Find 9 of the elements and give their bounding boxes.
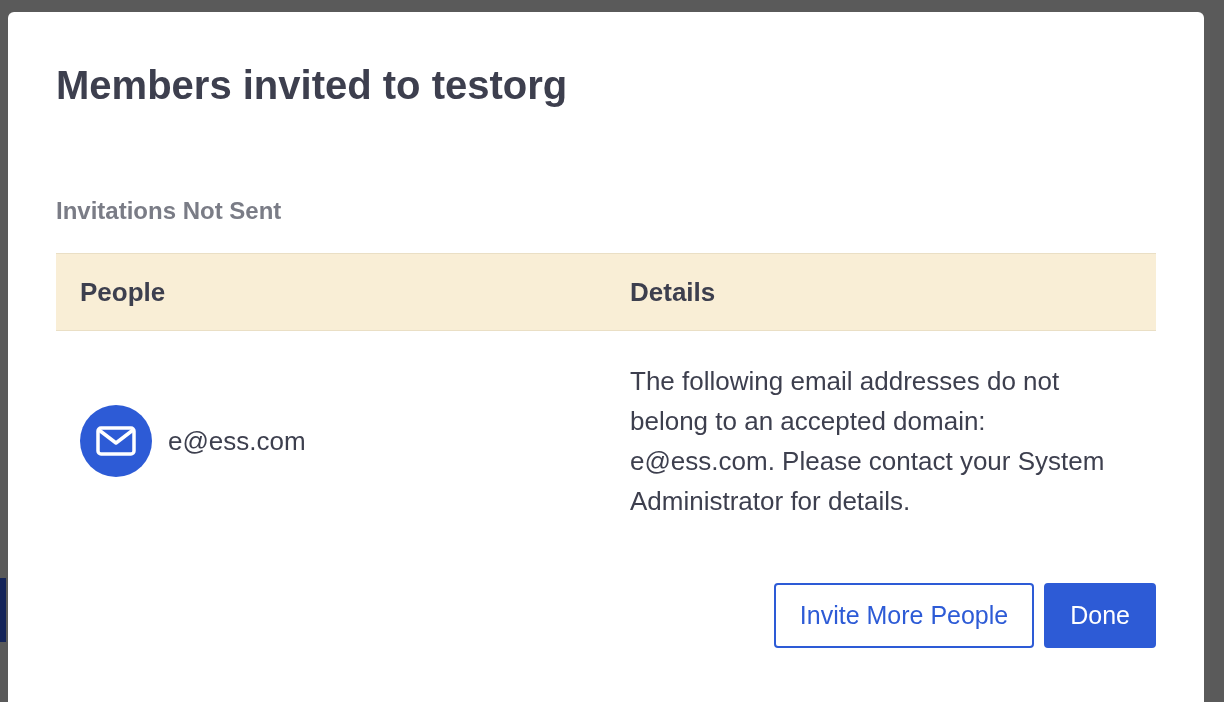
column-header: Details (630, 276, 716, 307)
section-title: Invitations Not Sent (56, 196, 282, 226)
dialog-title: Members invited to testorg (56, 62, 569, 109)
background-panel (0, 578, 6, 642)
details-text: The following email addresses do not belong to an accepted domain: e@ess.com. Please contact your System Administrator for details. (630, 365, 1106, 518)
email-text: e@ess.com (168, 424, 306, 458)
invite-button[interactable]: Invite More People (773, 583, 1035, 648)
column-header: People (80, 276, 166, 307)
done-button[interactable]: Done (1044, 583, 1156, 648)
